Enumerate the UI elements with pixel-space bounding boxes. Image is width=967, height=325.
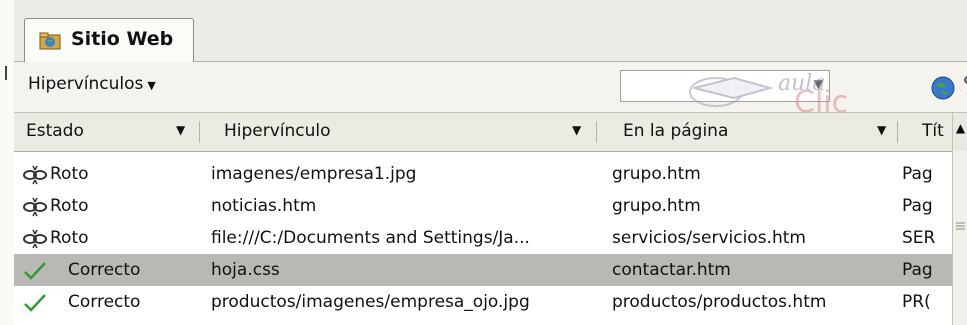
page-text: grupo.htm: [612, 196, 701, 216]
hyperlink-text: file:///C:/Documents and Settings/Ja...: [211, 228, 530, 248]
globe-icon[interactable]: [930, 75, 956, 101]
table-row[interactable]: Correcto productos/imagenes/empresa_ojo.…: [14, 286, 952, 318]
filter-arrow-icon[interactable]: ▼: [877, 123, 886, 137]
status-text: Correcto: [68, 292, 141, 312]
column-header-hipervinculo[interactable]: Hipervínculo ▼: [200, 113, 597, 151]
broken-link-icon: [23, 165, 47, 185]
table-row[interactable]: Roto noticias.htm grupo.htm Pag: [14, 190, 952, 222]
caret-down-icon: ▼: [147, 79, 156, 92]
page-text: grupo.htm: [612, 164, 701, 184]
title-text: Pag: [902, 196, 933, 216]
column-header-en-la-pagina[interactable]: En la página ▼: [597, 113, 898, 151]
column-label: Tít: [922, 121, 944, 141]
column-label: Estado: [26, 121, 84, 141]
checkmark-icon: [24, 294, 46, 312]
aulaclic-watermark-logo: aula Clic: [689, 71, 848, 114]
hyperlink-text: productos/imagenes/empresa_ojo.jpg: [211, 292, 530, 312]
tab-label: Sitio Web: [71, 28, 174, 50]
page-text: productos/productos.htm: [612, 292, 827, 312]
column-label: En la página: [623, 121, 729, 141]
table-row[interactable]: Roto file:///C:/Documents and Settings/J…: [14, 222, 952, 254]
status-text: Roto: [50, 228, 89, 248]
hyperlink-text: imagenes/empresa1.jpg: [211, 164, 417, 184]
vertical-scrollbar[interactable]: ▲: [952, 113, 967, 325]
reports-toolbar: Hipervínculos ▼ ▼ aula Clic: [14, 62, 967, 114]
scroll-grip-icon[interactable]: [956, 221, 965, 231]
tab-sitio-web[interactable]: Sitio Web: [24, 18, 194, 62]
column-header-titulo[interactable]: Tít: [898, 113, 952, 151]
left-panel-edge: [0, 0, 15, 325]
website-folder-icon: [39, 32, 61, 50]
table-row[interactable]: Roto imagenes/empresa1.jpg grupo.htm Pag: [14, 158, 952, 190]
view-dropdown-label: Hipervínculos: [28, 74, 144, 94]
hyperlink-text: noticias.htm: [211, 196, 317, 216]
page-text: servicios/servicios.htm: [612, 228, 806, 248]
checkmark-icon: [24, 262, 46, 280]
hyperlinks-list: Roto imagenes/empresa1.jpg grupo.htm Pag…: [14, 152, 952, 325]
scroll-up-arrow-icon[interactable]: ▲: [953, 113, 967, 151]
svg-text:Clic: Clic: [794, 85, 848, 114]
verify-hyperlinks-icon[interactable]: [962, 72, 967, 102]
title-text: Pag: [902, 260, 933, 280]
status-text: Roto: [50, 196, 89, 216]
broken-link-icon: [23, 197, 47, 217]
title-text: SER: [902, 228, 936, 248]
broken-link-icon: [23, 229, 47, 249]
filter-arrow-icon[interactable]: ▼: [572, 123, 581, 137]
table-row-selected[interactable]: Correcto hoja.css contactar.htm Pag: [14, 254, 952, 286]
hyperlinks-view-dropdown[interactable]: Hipervínculos ▼: [28, 74, 156, 94]
status-text: Roto: [50, 164, 89, 184]
hyperlink-text: hoja.css: [211, 260, 280, 280]
title-text: PR(: [902, 292, 931, 312]
column-label: Hipervínculo: [224, 121, 331, 141]
status-text: Correcto: [68, 260, 141, 280]
splitter-handle[interactable]: [5, 66, 7, 80]
title-text: Pag: [902, 164, 933, 184]
column-header-estado[interactable]: Estado ▼: [14, 113, 200, 151]
column-header-row: Estado ▼ Hipervínculo ▼ En la página ▼ T…: [14, 113, 967, 152]
page-text: contactar.htm: [612, 260, 731, 280]
filter-arrow-icon[interactable]: ▼: [176, 123, 185, 137]
